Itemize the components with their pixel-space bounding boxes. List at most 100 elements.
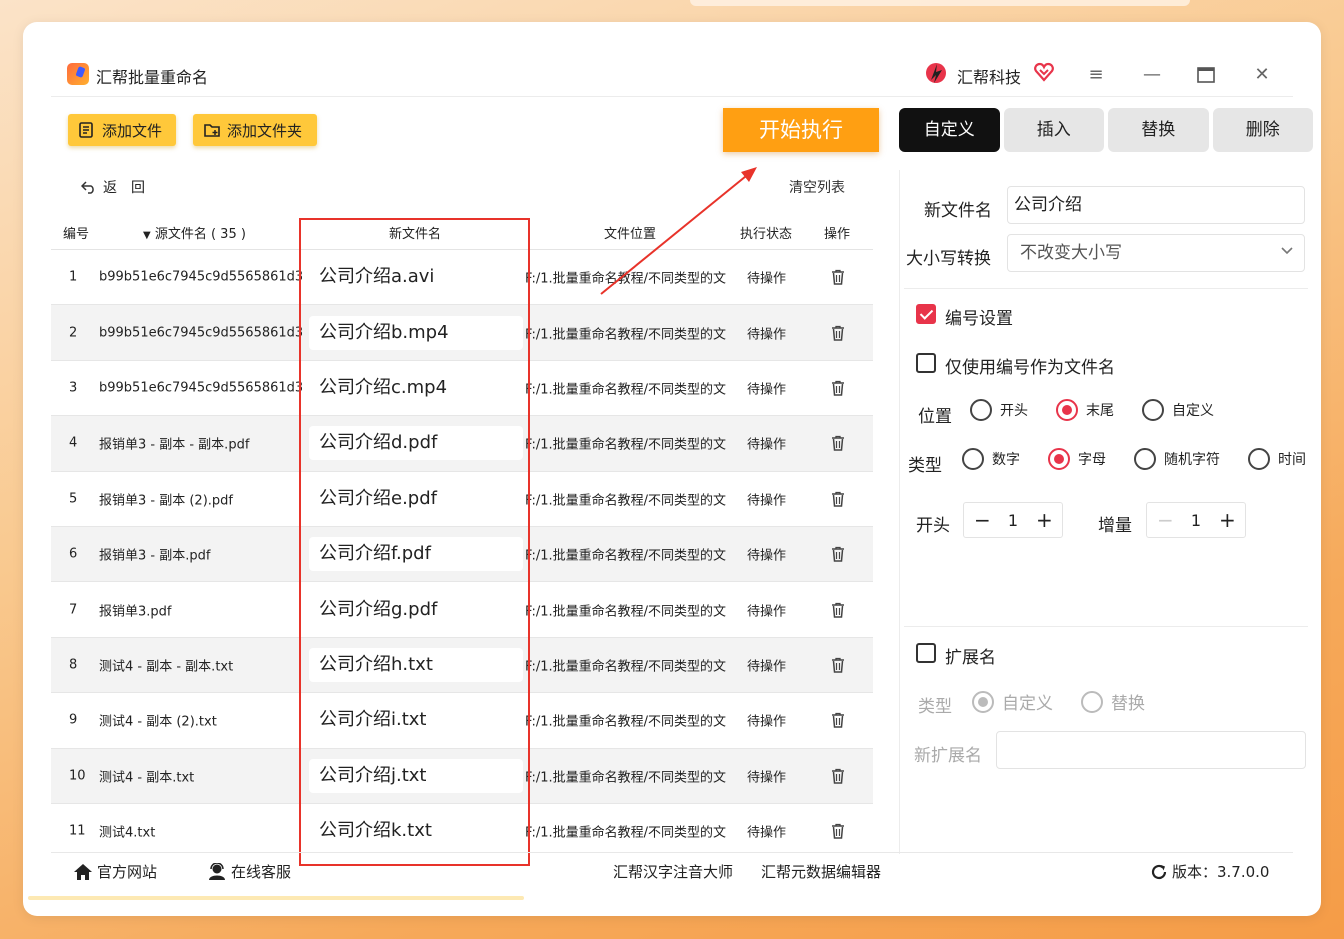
row-location: F:/1.批量重命名教程/不同类型的文 xyxy=(525,327,727,343)
support-agent-icon xyxy=(209,862,225,880)
support-label: 在线客服 xyxy=(231,863,292,881)
trash-icon[interactable] xyxy=(829,268,847,286)
header-src-label: 源文件名 ( 35 ) xyxy=(154,227,246,242)
mode-tabs: 自定义 插入 替换 删除 xyxy=(899,108,1313,152)
new-ext-input[interactable] xyxy=(996,731,1306,769)
file-list-icon xyxy=(79,122,93,138)
panel-divider xyxy=(904,288,1308,289)
back-arrow-icon xyxy=(81,181,94,194)
position-radio-start[interactable] xyxy=(970,399,992,421)
panel-divider-2 xyxy=(904,626,1308,627)
row-location: F:/1.批量重命名教程/不同类型的文 xyxy=(525,493,727,509)
row-status: 待操作 xyxy=(747,770,787,786)
row-status: 待操作 xyxy=(747,327,787,343)
trash-icon[interactable] xyxy=(829,656,847,674)
trash-icon[interactable] xyxy=(829,545,847,563)
position-radio-group: 开头 末尾 自定义 xyxy=(970,399,1242,421)
row-status: 待操作 xyxy=(747,437,787,453)
trash-icon[interactable] xyxy=(829,767,847,785)
close-icon[interactable]: ✕ xyxy=(1247,60,1277,90)
ext-type-radio-group: 自定义 替换 xyxy=(972,689,1173,714)
type-radio-letter[interactable] xyxy=(1048,448,1070,470)
tab-replace[interactable]: 替换 xyxy=(1108,108,1209,152)
row-location: F:/1.批量重命名教程/不同类型的文 xyxy=(525,825,727,841)
website-link[interactable]: 官方网站 xyxy=(73,861,157,882)
type-radio-number[interactable] xyxy=(962,448,984,470)
increment-stepper[interactable]: − 1 + xyxy=(1146,502,1246,538)
maximize-icon[interactable] xyxy=(1191,60,1221,90)
trash-icon[interactable] xyxy=(829,434,847,452)
increment-decrement-button[interactable]: − xyxy=(1157,508,1174,532)
ext-type-radio-replace[interactable] xyxy=(1081,690,1103,713)
row-source-name: 报销单3 - 副本.pdf xyxy=(99,548,211,564)
start-button[interactable]: 开始执行 xyxy=(723,108,879,152)
row-status: 待操作 xyxy=(747,604,787,620)
row-num: 1 xyxy=(69,269,78,285)
row-source-name: 测试4 - 副本 - 副本.txt xyxy=(99,659,234,675)
sort-down-icon: ▼ xyxy=(143,230,151,241)
position-radio-end[interactable] xyxy=(1056,399,1078,421)
ext-type-radio-custom[interactable] xyxy=(972,690,994,713)
add-file-label: 添加文件 xyxy=(102,121,163,140)
back-button[interactable]: 返 回 xyxy=(81,177,145,197)
numbering-checkbox[interactable] xyxy=(916,304,936,324)
header-op: 操作 xyxy=(824,227,851,242)
folder-add-icon xyxy=(204,124,220,137)
clear-list-button[interactable]: 清空列表 xyxy=(789,177,845,197)
tab-custom[interactable]: 自定义 xyxy=(899,108,1000,152)
trash-icon[interactable] xyxy=(829,490,847,508)
extension-label: 扩展名 xyxy=(945,648,996,668)
annotation-arrow xyxy=(600,167,757,295)
app-window: 汇帮批量重命名 汇帮科技 ≡ — ✕ 添加文件 添加文件夹 开始执行 自定义 插… xyxy=(23,22,1321,916)
start-label: 开头 xyxy=(916,516,950,536)
tab-insert[interactable]: 插入 xyxy=(1003,108,1104,152)
minimize-icon[interactable]: — xyxy=(1137,60,1167,90)
trash-icon[interactable] xyxy=(829,601,847,619)
row-location: F:/1.批量重命名教程/不同类型的文 xyxy=(525,659,727,675)
add-file-button[interactable]: 添加文件 xyxy=(68,114,176,146)
type-radio-time[interactable] xyxy=(1248,448,1270,470)
menu-icon[interactable]: ≡ xyxy=(1081,60,1111,90)
position-radio-custom[interactable] xyxy=(1142,399,1164,421)
trash-icon[interactable] xyxy=(829,379,847,397)
row-num: 8 xyxy=(69,657,78,673)
row-location: F:/1.批量重命名教程/不同类型的文 xyxy=(525,548,727,564)
new-name-input[interactable]: 公司介绍 xyxy=(1007,186,1305,224)
add-folder-button[interactable]: 添加文件夹 xyxy=(193,114,317,146)
version-info[interactable]: 版本：3.7.0.0 xyxy=(1150,861,1269,882)
vip-heart-icon[interactable] xyxy=(1033,61,1055,83)
background-decoration xyxy=(690,0,1190,6)
support-link[interactable]: 在线客服 xyxy=(207,861,291,882)
app-link-pinyin[interactable]: 汇帮汉字注音大师 xyxy=(613,861,733,882)
numbering-label: 编号设置 xyxy=(945,309,1013,329)
type-radio-random[interactable] xyxy=(1134,448,1156,470)
row-num: 9 xyxy=(69,712,78,728)
row-status: 待操作 xyxy=(747,382,787,398)
start-decrement-button[interactable]: − xyxy=(974,508,991,532)
row-location: F:/1.批量重命名教程/不同类型的文 xyxy=(525,604,727,620)
position-option-start: 开头 xyxy=(1000,403,1028,419)
only-number-checkbox[interactable] xyxy=(916,353,936,373)
position-option-custom: 自定义 xyxy=(1172,403,1214,419)
start-increment-button[interactable]: + xyxy=(1036,508,1053,532)
trash-icon[interactable] xyxy=(829,822,847,840)
header-src[interactable]: ▼ 源文件名 ( 35 ) xyxy=(143,223,246,242)
type-option-number: 数字 xyxy=(992,452,1020,468)
tab-delete[interactable]: 删除 xyxy=(1212,108,1313,152)
add-folder-label: 添加文件夹 xyxy=(227,121,303,140)
row-location: F:/1.批量重命名教程/不同类型的文 xyxy=(525,770,727,786)
settings-panel: 新文件名 公司介绍 大小写转换 不改变大小写 编号设置 仅使用编号作为文件名 位… xyxy=(899,170,1313,854)
trash-icon[interactable] xyxy=(829,711,847,729)
app-title: 汇帮批量重命名 xyxy=(96,68,209,87)
row-source-name: b99b51e6c7945c9d5565861d39 xyxy=(99,269,302,285)
row-status: 待操作 xyxy=(747,493,787,509)
increment-increment-button[interactable]: + xyxy=(1219,508,1236,532)
position-label: 位置 xyxy=(918,407,952,427)
extension-checkbox[interactable] xyxy=(916,643,936,663)
trash-icon[interactable] xyxy=(829,324,847,342)
increment-label: 增量 xyxy=(1098,516,1132,536)
start-stepper[interactable]: − 1 + xyxy=(963,502,1063,538)
app-link-metadata[interactable]: 汇帮元数据编辑器 xyxy=(761,861,881,882)
case-select[interactable]: 不改变大小写 xyxy=(1007,234,1305,272)
row-source-name: 测试4 - 副本.txt xyxy=(99,770,195,786)
